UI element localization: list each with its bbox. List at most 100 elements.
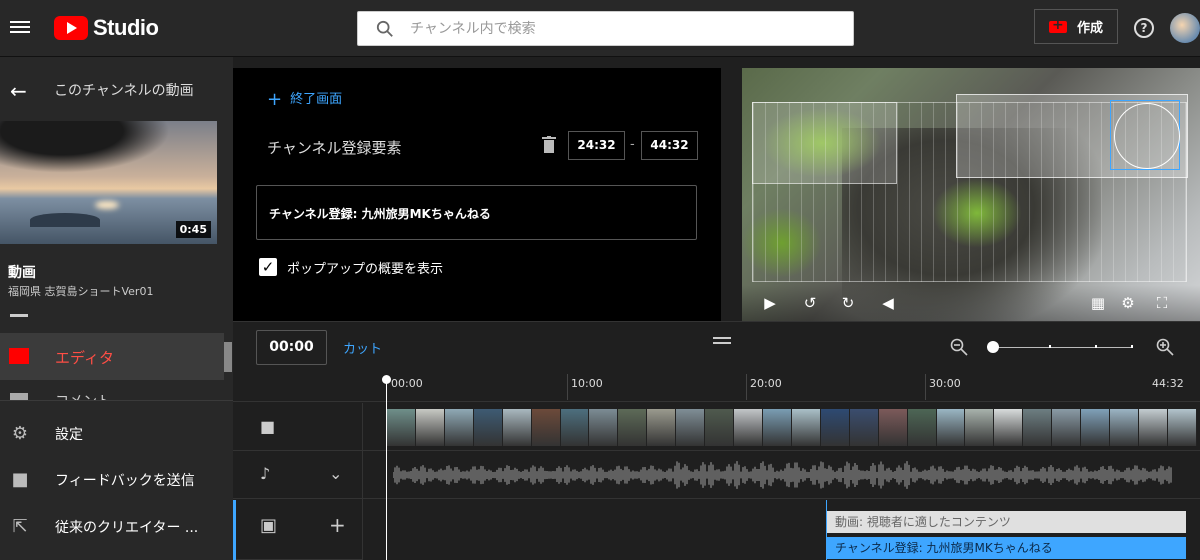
add-endscreen-link[interactable]: + 終了画面 <box>267 88 342 110</box>
ruler-label: 30:00 <box>929 377 961 390</box>
settings-icon[interactable]: ⚙ <box>1118 293 1138 313</box>
video-frame <box>502 409 532 446</box>
video-frame <box>734 409 763 446</box>
sidebar-item-label: フィードバックを送信 <box>55 473 195 489</box>
chevron-down-icon[interactable]: ⌄ <box>329 464 342 483</box>
video-frame <box>878 409 908 446</box>
back-to-channel-videos[interactable]: ← このチャンネルの動画 <box>0 67 233 111</box>
sidebar-item-comments[interactable]: コメント <box>0 387 233 401</box>
sidebar-item-label: 設定 <box>55 427 83 443</box>
back-label: このチャンネルの動画 <box>54 83 194 99</box>
hamburger-menu-icon[interactable] <box>10 18 30 38</box>
video-frame <box>907 409 937 446</box>
create-video-icon <box>1048 17 1067 33</box>
video-frame <box>618 409 648 446</box>
end-time-field[interactable]: 44:32 <box>641 131 698 160</box>
sidebar-scrollbar[interactable] <box>224 342 232 372</box>
playhead-handle[interactable] <box>382 375 391 384</box>
endscreen-editor-panel: + 終了画面 チャンネル登録要素 24:32 - 44:32 チャンネル登録: 九… <box>233 68 721 321</box>
rewind-10-icon[interactable]: ↺ <box>800 293 820 313</box>
video-preview[interactable]: ▶ ↺ ↻ ◀ ▦ ⚙ ⛶ <box>742 68 1200 321</box>
video-thumbnail[interactable]: 0:45 <box>0 121 217 244</box>
endscreen-track-header: ▣ + <box>233 499 363 560</box>
video-frame <box>1023 409 1053 446</box>
video-frame <box>936 409 966 446</box>
selected-track-indicator <box>233 500 236 560</box>
create-button[interactable]: 作成 <box>1034 9 1118 44</box>
endscreen-icon: ▣ <box>260 515 278 536</box>
nav-item-partial-icon[interactable] <box>10 314 28 317</box>
video-frame <box>415 409 445 446</box>
video-frame <box>560 409 590 446</box>
volume-icon[interactable]: ◀ <box>878 293 898 313</box>
cut-button[interactable]: カット <box>343 338 382 357</box>
video-title: 福岡県 志賀島ショートVer01 <box>8 285 154 298</box>
element-type-label: チャンネル登録要素 <box>267 139 402 157</box>
sidebar-item-classic-studio[interactable]: ⇱ 従来のクリエイター ... <box>0 504 233 548</box>
forward-10-icon[interactable]: ↻ <box>838 293 858 313</box>
zoom-out-icon[interactable] <box>950 338 968 356</box>
youtube-studio-logo[interactable]: Studio <box>54 15 159 41</box>
help-icon[interactable]: ? <box>1134 18 1154 38</box>
search-bar[interactable] <box>357 11 854 46</box>
resize-handle-icon[interactable] <box>713 337 731 344</box>
endscreen-subscribe-block[interactable]: チャンネル登録: 九州旅男MKちゃんねる <box>827 537 1186 559</box>
video-frame <box>1110 409 1139 446</box>
endscreen-subscribe-element[interactable] <box>1110 100 1180 170</box>
music-note-icon: ♪ <box>260 464 271 483</box>
play-icon[interactable]: ▶ <box>760 293 780 313</box>
sidebar-item-settings[interactable]: ⚙ 設定 <box>0 411 233 455</box>
sidebar-item-editor[interactable]: エディタ <box>0 333 224 380</box>
youtube-play-icon <box>54 16 88 40</box>
video-camera-icon: ■ <box>260 417 276 436</box>
video-track[interactable] <box>363 403 1200 451</box>
audio-track-header: ♪ ⌄ <box>233 451 363 499</box>
add-element-icon[interactable]: + <box>329 513 346 537</box>
grid-icon[interactable]: ▦ <box>1088 293 1108 313</box>
element-selector[interactable]: チャンネル登録: 九州旅男MKちゃんねる <box>256 185 697 240</box>
gear-icon: ⚙ <box>11 423 29 444</box>
video-frame <box>1167 409 1197 446</box>
fullscreen-icon[interactable]: ⛶ <box>1152 293 1172 313</box>
ruler-label: 00:00 <box>391 377 423 390</box>
search-input[interactable] <box>410 12 830 45</box>
endscreen-video-block[interactable]: 動画: 視聴者に適したコンテンツ <box>827 511 1186 533</box>
feedback-icon: ■ <box>11 469 29 490</box>
video-frame <box>994 409 1024 446</box>
ruler-spacer <box>233 372 363 402</box>
video-frame <box>387 409 416 446</box>
timeline-ruler[interactable]: 00:00 10:00 20:00 30:00 44:32 <box>363 372 1200 402</box>
video-frame <box>1081 409 1111 446</box>
endscreen-video-element[interactable] <box>752 102 897 184</box>
search-icon <box>376 20 393 37</box>
sidebar: ← このチャンネルの動画 0:45 動画 福岡県 志賀島ショートVer01 エデ… <box>0 57 233 560</box>
audio-track[interactable] <box>363 451 1200 499</box>
video-frame <box>589 409 619 446</box>
ruler-label: 44:32 <box>1152 377 1184 390</box>
thumbnail-island <box>30 213 100 227</box>
sidebar-item-feedback[interactable]: ■ フィードバックを送信 <box>0 457 233 501</box>
video-frame <box>965 409 995 446</box>
zoom-slider-track[interactable] <box>992 347 1133 348</box>
ruler-tick <box>567 374 568 400</box>
video-duration: 0:45 <box>175 221 211 238</box>
video-frame <box>705 409 735 446</box>
current-time-field[interactable]: 00:00 <box>256 330 327 365</box>
playhead[interactable] <box>386 377 387 560</box>
back-arrow-icon[interactable]: ← <box>10 79 27 103</box>
popup-checkbox[interactable]: ✓ <box>259 258 277 276</box>
sidebar-item-label: 従来のクリエイター ... <box>55 520 199 536</box>
video-frame <box>820 409 850 446</box>
thumbnail-sun <box>95 201 119 209</box>
video-frame <box>1052 409 1082 446</box>
zoom-tick <box>1095 345 1097 348</box>
clapperboard-icon <box>9 348 29 364</box>
sidebar-item-editor-label: エディタ <box>55 349 114 367</box>
zoom-tick <box>1131 345 1133 348</box>
trash-icon[interactable] <box>542 136 556 154</box>
zoom-in-icon[interactable] <box>1156 338 1174 356</box>
video-frame <box>849 409 879 446</box>
start-time-field[interactable]: 24:32 <box>568 131 625 160</box>
zoom-slider-knob[interactable] <box>987 341 999 353</box>
avatar[interactable] <box>1170 13 1200 43</box>
